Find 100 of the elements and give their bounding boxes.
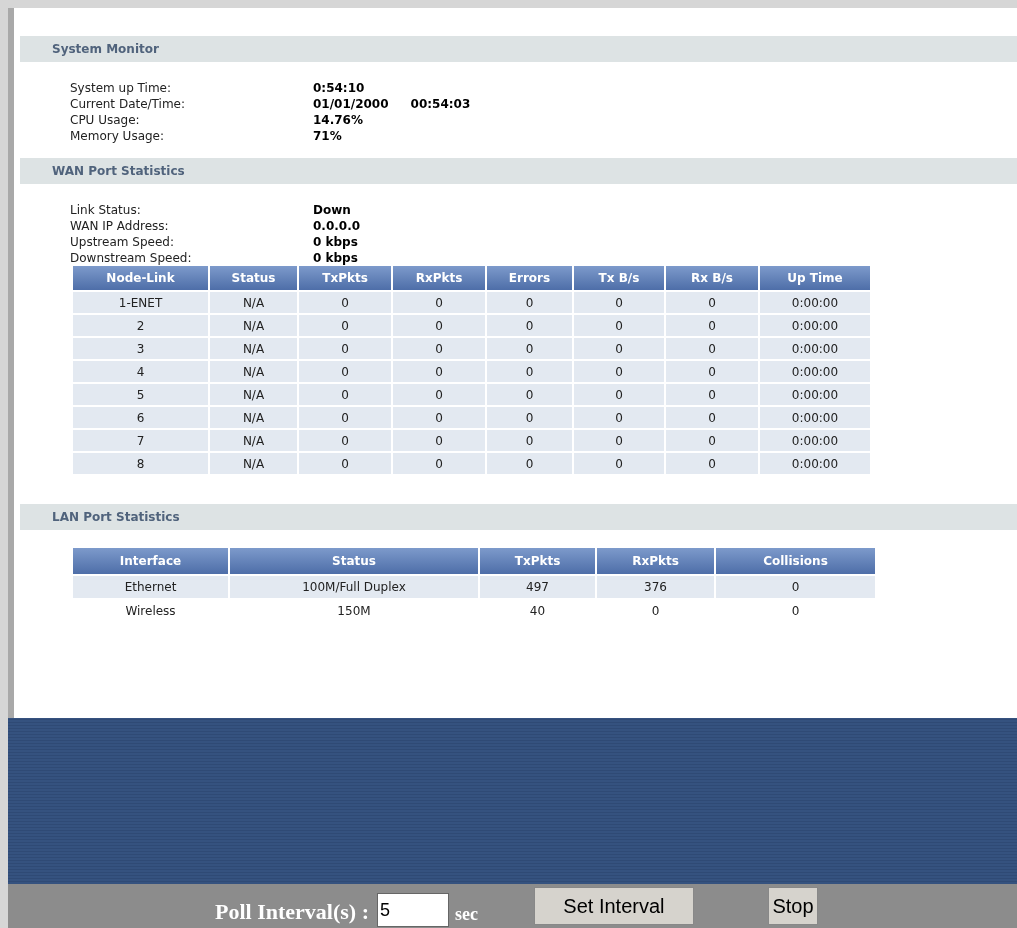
- column-header: TxPkts: [480, 548, 595, 574]
- table-cell: 7: [73, 430, 208, 451]
- section-title: WAN Port Statistics: [52, 163, 185, 180]
- table-cell: 0: [393, 384, 485, 405]
- table-cell: 0: [574, 338, 664, 359]
- table-cell: 3: [73, 338, 208, 359]
- table-cell: 0: [716, 576, 875, 598]
- column-header: Node-Link: [73, 266, 208, 290]
- table-cell: 0: [487, 384, 572, 405]
- info-value: 0 kbps: [313, 250, 358, 266]
- table-cell: N/A: [210, 338, 297, 359]
- column-header: Rx B/s: [666, 266, 758, 290]
- table-cell: 0: [574, 430, 664, 451]
- table-cell: 0: [666, 292, 758, 313]
- table-cell: 0:00:00: [760, 292, 870, 313]
- table-cell: 0: [393, 315, 485, 336]
- column-header: Status: [210, 266, 297, 290]
- column-header: Interface: [73, 548, 228, 574]
- info-value: 71%: [313, 128, 342, 144]
- info-label: Current Date/Time:: [70, 96, 187, 112]
- table-cell: 0:00:00: [760, 430, 870, 451]
- info-label: Downstream Speed:: [70, 250, 193, 266]
- column-header: Tx B/s: [574, 266, 664, 290]
- column-header: RxPkts: [597, 548, 714, 574]
- table-cell: 0: [574, 361, 664, 382]
- info-value: 01/01/2000: [313, 96, 389, 112]
- table-cell: 497: [480, 576, 595, 598]
- table-cell: 0: [487, 292, 572, 313]
- info-value: 0 kbps: [313, 234, 358, 250]
- table-cell: 0: [299, 338, 391, 359]
- table-cell: 376: [597, 576, 714, 598]
- table-cell: 0: [666, 407, 758, 428]
- table-cell: 0: [487, 453, 572, 474]
- table-cell: 0: [666, 430, 758, 451]
- table-cell: 0:00:00: [760, 453, 870, 474]
- table-cell: 0:00:00: [760, 361, 870, 382]
- section-title: System Monitor: [52, 41, 159, 58]
- table-cell: N/A: [210, 315, 297, 336]
- table-cell: 8: [73, 453, 208, 474]
- table-cell: 0: [574, 315, 664, 336]
- info-value: 0:54:10: [313, 80, 365, 96]
- table-cell: 0: [666, 361, 758, 382]
- table-cell: N/A: [210, 453, 297, 474]
- table-cell: N/A: [210, 361, 297, 382]
- table-cell: 0: [487, 315, 572, 336]
- table-cell: 1-ENET: [73, 292, 208, 313]
- column-header: Errors: [487, 266, 572, 290]
- unit-label: sec: [454, 903, 478, 926]
- table-cell: 0: [574, 292, 664, 313]
- table-cell: 0: [574, 384, 664, 405]
- stop-button[interactable]: Stop: [767, 887, 818, 925]
- table-cell: 0:00:00: [760, 384, 870, 405]
- table-cell: 0: [487, 430, 572, 451]
- table-cell: 0: [299, 453, 391, 474]
- table-cell: 0: [393, 338, 485, 359]
- table-cell: 0: [299, 430, 391, 451]
- table-cell: 0: [299, 292, 391, 313]
- table-cell: 0: [574, 407, 664, 428]
- table-cell: 0: [393, 361, 485, 382]
- table-cell: N/A: [210, 384, 297, 405]
- table-cell: 0:00:00: [760, 338, 870, 359]
- table-cell: 0: [299, 361, 391, 382]
- column-header: Up Time: [760, 266, 870, 290]
- table-cell: 0: [487, 407, 572, 428]
- table-cell: 5: [73, 384, 208, 405]
- table-cell: N/A: [210, 407, 297, 428]
- table-cell: 0: [299, 407, 391, 428]
- table-cell: 0:00:00: [760, 407, 870, 428]
- table-cell: 0: [393, 453, 485, 474]
- table-cell: 4: [73, 361, 208, 382]
- info-value: Down: [313, 202, 351, 218]
- column-header: Collisions: [716, 548, 875, 574]
- section-title: LAN Port Statistics: [52, 509, 180, 526]
- table-cell: 0: [299, 384, 391, 405]
- table-cell: 0: [487, 338, 572, 359]
- table-cell: 0: [666, 315, 758, 336]
- interval-field[interactable]: 5: [376, 893, 449, 927]
- info-label: Memory Usage:: [70, 128, 166, 144]
- table-cell: 0: [666, 453, 758, 474]
- table-cell: N/A: [210, 292, 297, 313]
- info-label: System up Time:: [70, 80, 172, 96]
- info-value: 14.76%: [313, 112, 363, 128]
- info-label: CPU Usage:: [70, 112, 141, 128]
- info-label: WAN IP Address:: [70, 218, 170, 234]
- table-cell: 2: [73, 315, 208, 336]
- table-cell: 0:00:00: [760, 315, 870, 336]
- table-cell: 0: [666, 384, 758, 405]
- column-header: Status: [230, 548, 478, 574]
- table-cell: N/A: [210, 430, 297, 451]
- table-cell: 100M/Full Duplex: [230, 576, 478, 598]
- table-cell: 0: [666, 338, 758, 359]
- table-cell: 0: [299, 315, 391, 336]
- poll-label: Poll Interval(s) :: [215, 898, 369, 926]
- set-interval-button[interactable]: Set Interval: [533, 887, 694, 925]
- column-header: TxPkts: [299, 266, 391, 290]
- table-cell: 0: [487, 361, 572, 382]
- column-header: RxPkts: [393, 266, 485, 290]
- table-cell: 0: [574, 453, 664, 474]
- info-label: Upstream Speed:: [70, 234, 175, 250]
- table-cell: 0: [393, 292, 485, 313]
